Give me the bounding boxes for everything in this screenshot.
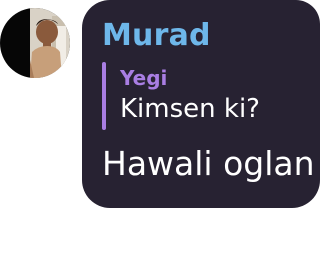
message-bubble[interactable]: Murad Yegi Kimsen ki? Hawali oglan xyxy=(82,0,320,208)
reply-quote[interactable]: Yegi Kimsen ki? xyxy=(102,62,302,130)
sender-name[interactable]: Murad xyxy=(102,18,211,53)
reply-text: Kimsen ki? xyxy=(120,94,260,124)
message-text: Hawali oglan xyxy=(102,144,315,183)
reply-accent-bar xyxy=(102,62,106,130)
avatar-photo xyxy=(0,8,70,78)
reply-author: Yegi xyxy=(120,66,168,90)
avatar[interactable] xyxy=(0,8,70,78)
